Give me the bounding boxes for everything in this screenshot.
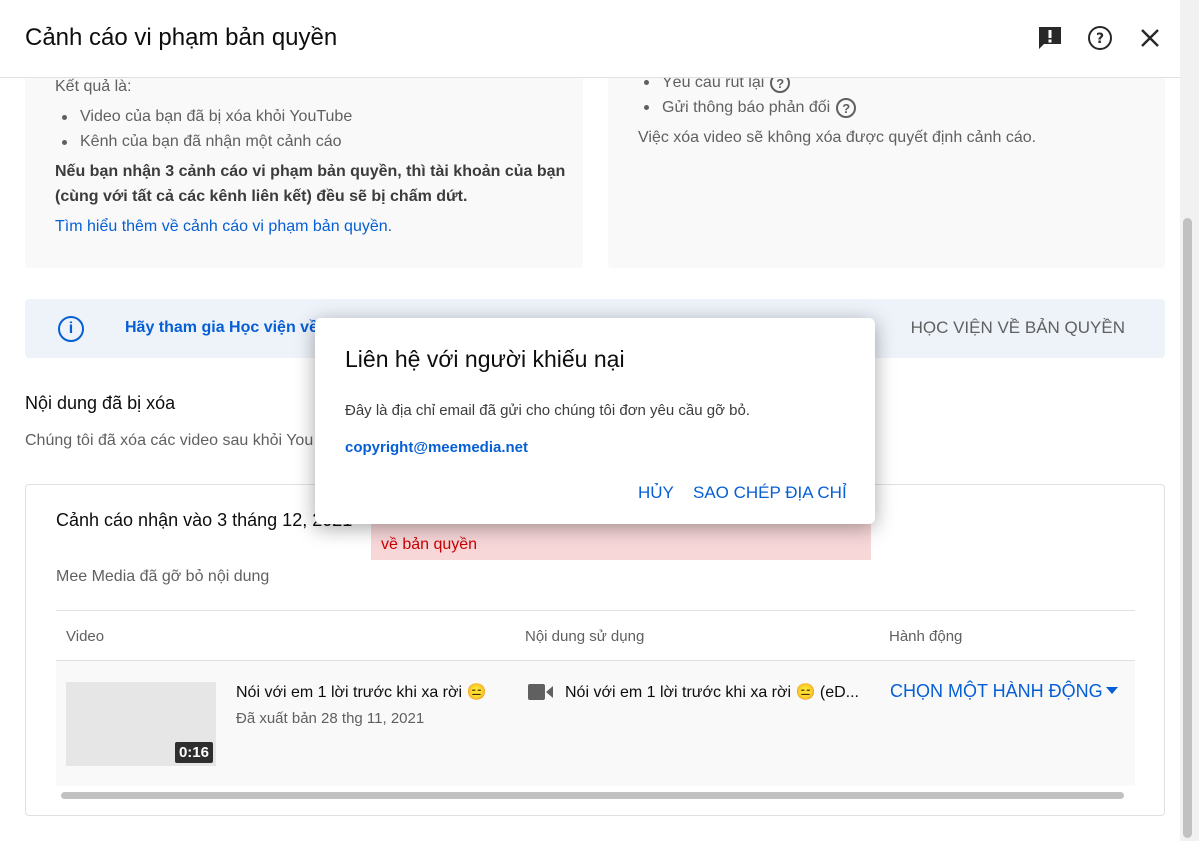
chevron-down-icon[interactable]: [1106, 687, 1118, 694]
counter-notice-option: Gửi thông báo phản đối?: [643, 98, 857, 118]
strike-date-title: Cảnh cáo nhận vào 3 tháng 12, 2021: [56, 510, 353, 530]
column-action: Hành động: [889, 628, 963, 645]
vertical-scrollbar-thumb[interactable]: [1183, 218, 1192, 838]
video-camera-icon: [528, 683, 554, 706]
removed-content-description: Chúng tôi đã xóa các video sau khỏi You: [25, 432, 314, 449]
table-row: 0:16 Nói với em 1 lời trước khi xa rời 😑…: [56, 661, 1135, 786]
video-thumbnail[interactable]: 0:16: [66, 682, 216, 766]
dialog-description: Đây là địa chỉ email đã gửi cho chúng tô…: [345, 402, 750, 419]
horizontal-scrollbar[interactable]: [61, 792, 1124, 799]
counter-notice-label: Gửi thông báo phản đối: [662, 99, 831, 117]
help-icon[interactable]: ?: [836, 98, 857, 118]
result-label: Kết quả là:: [55, 78, 132, 95]
video-title: Nói với em 1 lời trước khi xa rời 😑: [236, 684, 487, 701]
contact-claimant-dialog: Liên hệ với người khiếu nại Đây là địa c…: [315, 318, 875, 524]
termination-warning-cont: (cùng với tất cả các kênh liên kết) đều …: [55, 188, 468, 205]
claimant-email[interactable]: copyright@meemedia.net: [345, 439, 528, 456]
choose-action-dropdown[interactable]: CHỌN MỘT HÀNH ĐỘNG: [890, 681, 1103, 702]
info-icon: i: [58, 316, 84, 342]
termination-warning: Nếu bạn nhận 3 cảnh cáo vi phạm bản quyề…: [55, 163, 566, 180]
status-badge-text: về bản quyền: [381, 536, 478, 553]
publish-date: Đã xuất bản 28 thg 11, 2021: [236, 710, 425, 727]
feedback-icon[interactable]: [1036, 24, 1064, 52]
deletion-note: Việc xóa video sẽ không xóa được quyết đ…: [638, 129, 1037, 146]
help-icon[interactable]: ?: [1086, 24, 1114, 52]
table-header: Video Nội dung sử dụng Hành động: [56, 610, 1135, 661]
claimant-line: Mee Media đã gỡ bỏ nội dung: [56, 568, 270, 585]
cancel-button[interactable]: HỦY: [638, 483, 674, 503]
dialog-header: Cảnh cáo vi phạm bản quyền ?: [0, 0, 1180, 78]
academy-text: Hãy tham gia Học viện về b: [125, 319, 333, 336]
content-used-title: Nói với em 1 lời trước khi xa rời 😑 (eD.…: [565, 684, 859, 701]
column-content-used: Nội dung sử dụng: [525, 628, 645, 645]
removed-content-title: Nội dung đã bị xóa: [25, 393, 176, 413]
status-badge: về bản quyền: [371, 520, 871, 560]
dialog-title: Liên hệ với người khiếu nại: [345, 346, 625, 372]
column-video: Video: [66, 628, 105, 645]
close-icon[interactable]: [1136, 24, 1164, 52]
duration-badge: 0:16: [174, 742, 213, 763]
copy-address-button[interactable]: SAO CHÉP ĐỊA CHỈ: [693, 483, 847, 503]
consequence-item: Video của bạn đã bị xóa khỏi YouTube: [61, 108, 353, 125]
consequence-item: Kênh của bạn đã nhận một cảnh cáo: [62, 133, 342, 150]
page-title: Cảnh cáo vi phạm bản quyền: [25, 24, 338, 51]
svg-text:?: ?: [1096, 31, 1104, 47]
learn-more-link[interactable]: Tìm hiểu thêm về cảnh cáo vi phạm bản qu…: [55, 218, 392, 236]
academy-button[interactable]: HỌC VIỆN VỀ BẢN QUYỀN: [911, 318, 1125, 338]
